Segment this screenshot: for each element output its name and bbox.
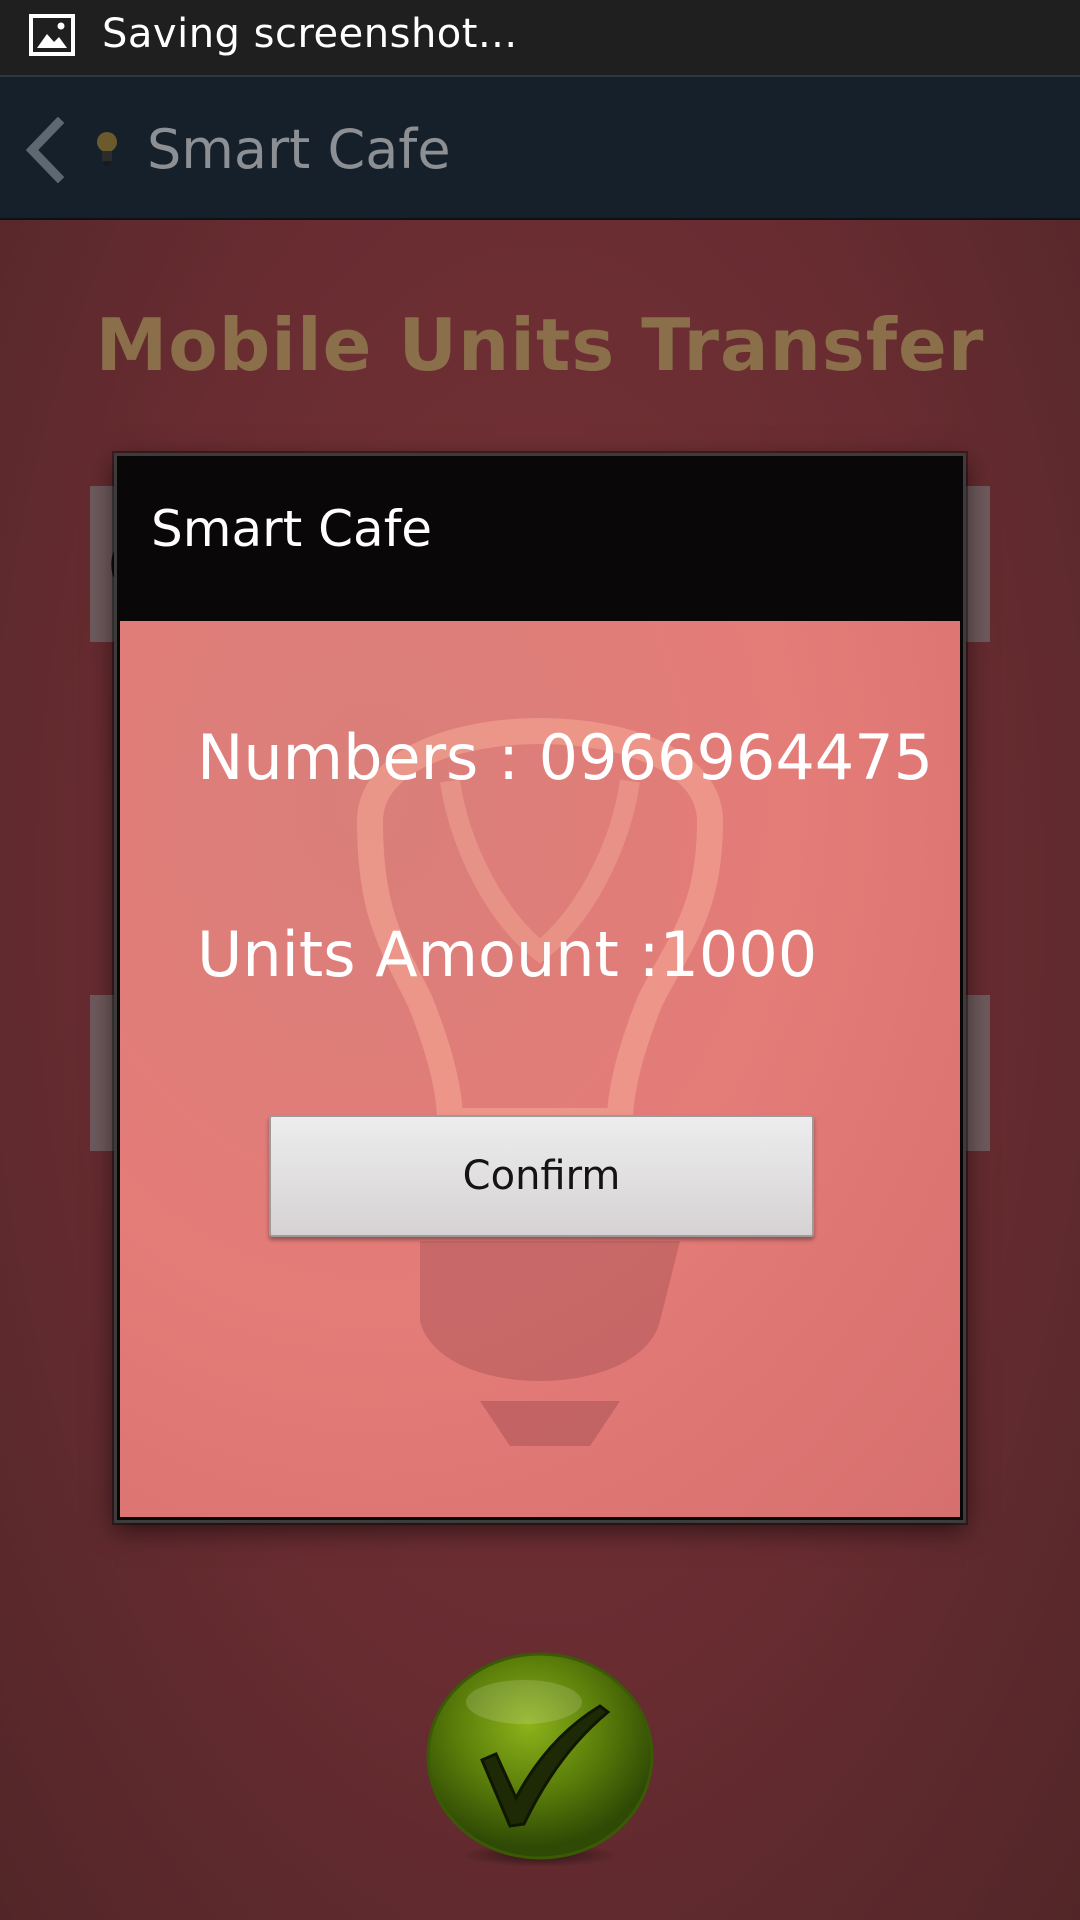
dialog-title: Smart Cafe bbox=[151, 500, 433, 558]
chevron-left-icon[interactable] bbox=[22, 117, 68, 183]
app-screen: Saving screenshot... Smart Cafe Mobile U… bbox=[0, 0, 1080, 1920]
dialog-amount-text: Units Amount :1000 bbox=[197, 918, 818, 991]
confirm-dialog: Smart Cafe Numbers : 0966964475 Units Am… bbox=[114, 453, 966, 1523]
status-bar: Saving screenshot... bbox=[0, 0, 1080, 75]
status-text: Saving screenshot... bbox=[102, 11, 518, 57]
dialog-body: Numbers : 0966964475 Units Amount :1000 … bbox=[120, 621, 960, 1517]
check-icon[interactable] bbox=[424, 1650, 656, 1870]
lightbulb-logo-icon bbox=[97, 132, 117, 166]
action-bar-title: Smart Cafe bbox=[147, 118, 451, 181]
action-bar: Smart Cafe bbox=[0, 75, 1080, 220]
confirm-button[interactable]: Confirm bbox=[269, 1115, 814, 1237]
dialog-numbers-text: Numbers : 0966964475 bbox=[197, 721, 934, 794]
dialog-header: Smart Cafe bbox=[117, 456, 963, 621]
image-icon bbox=[29, 14, 75, 56]
page-heading: Mobile Units Transfer bbox=[95, 303, 985, 387]
